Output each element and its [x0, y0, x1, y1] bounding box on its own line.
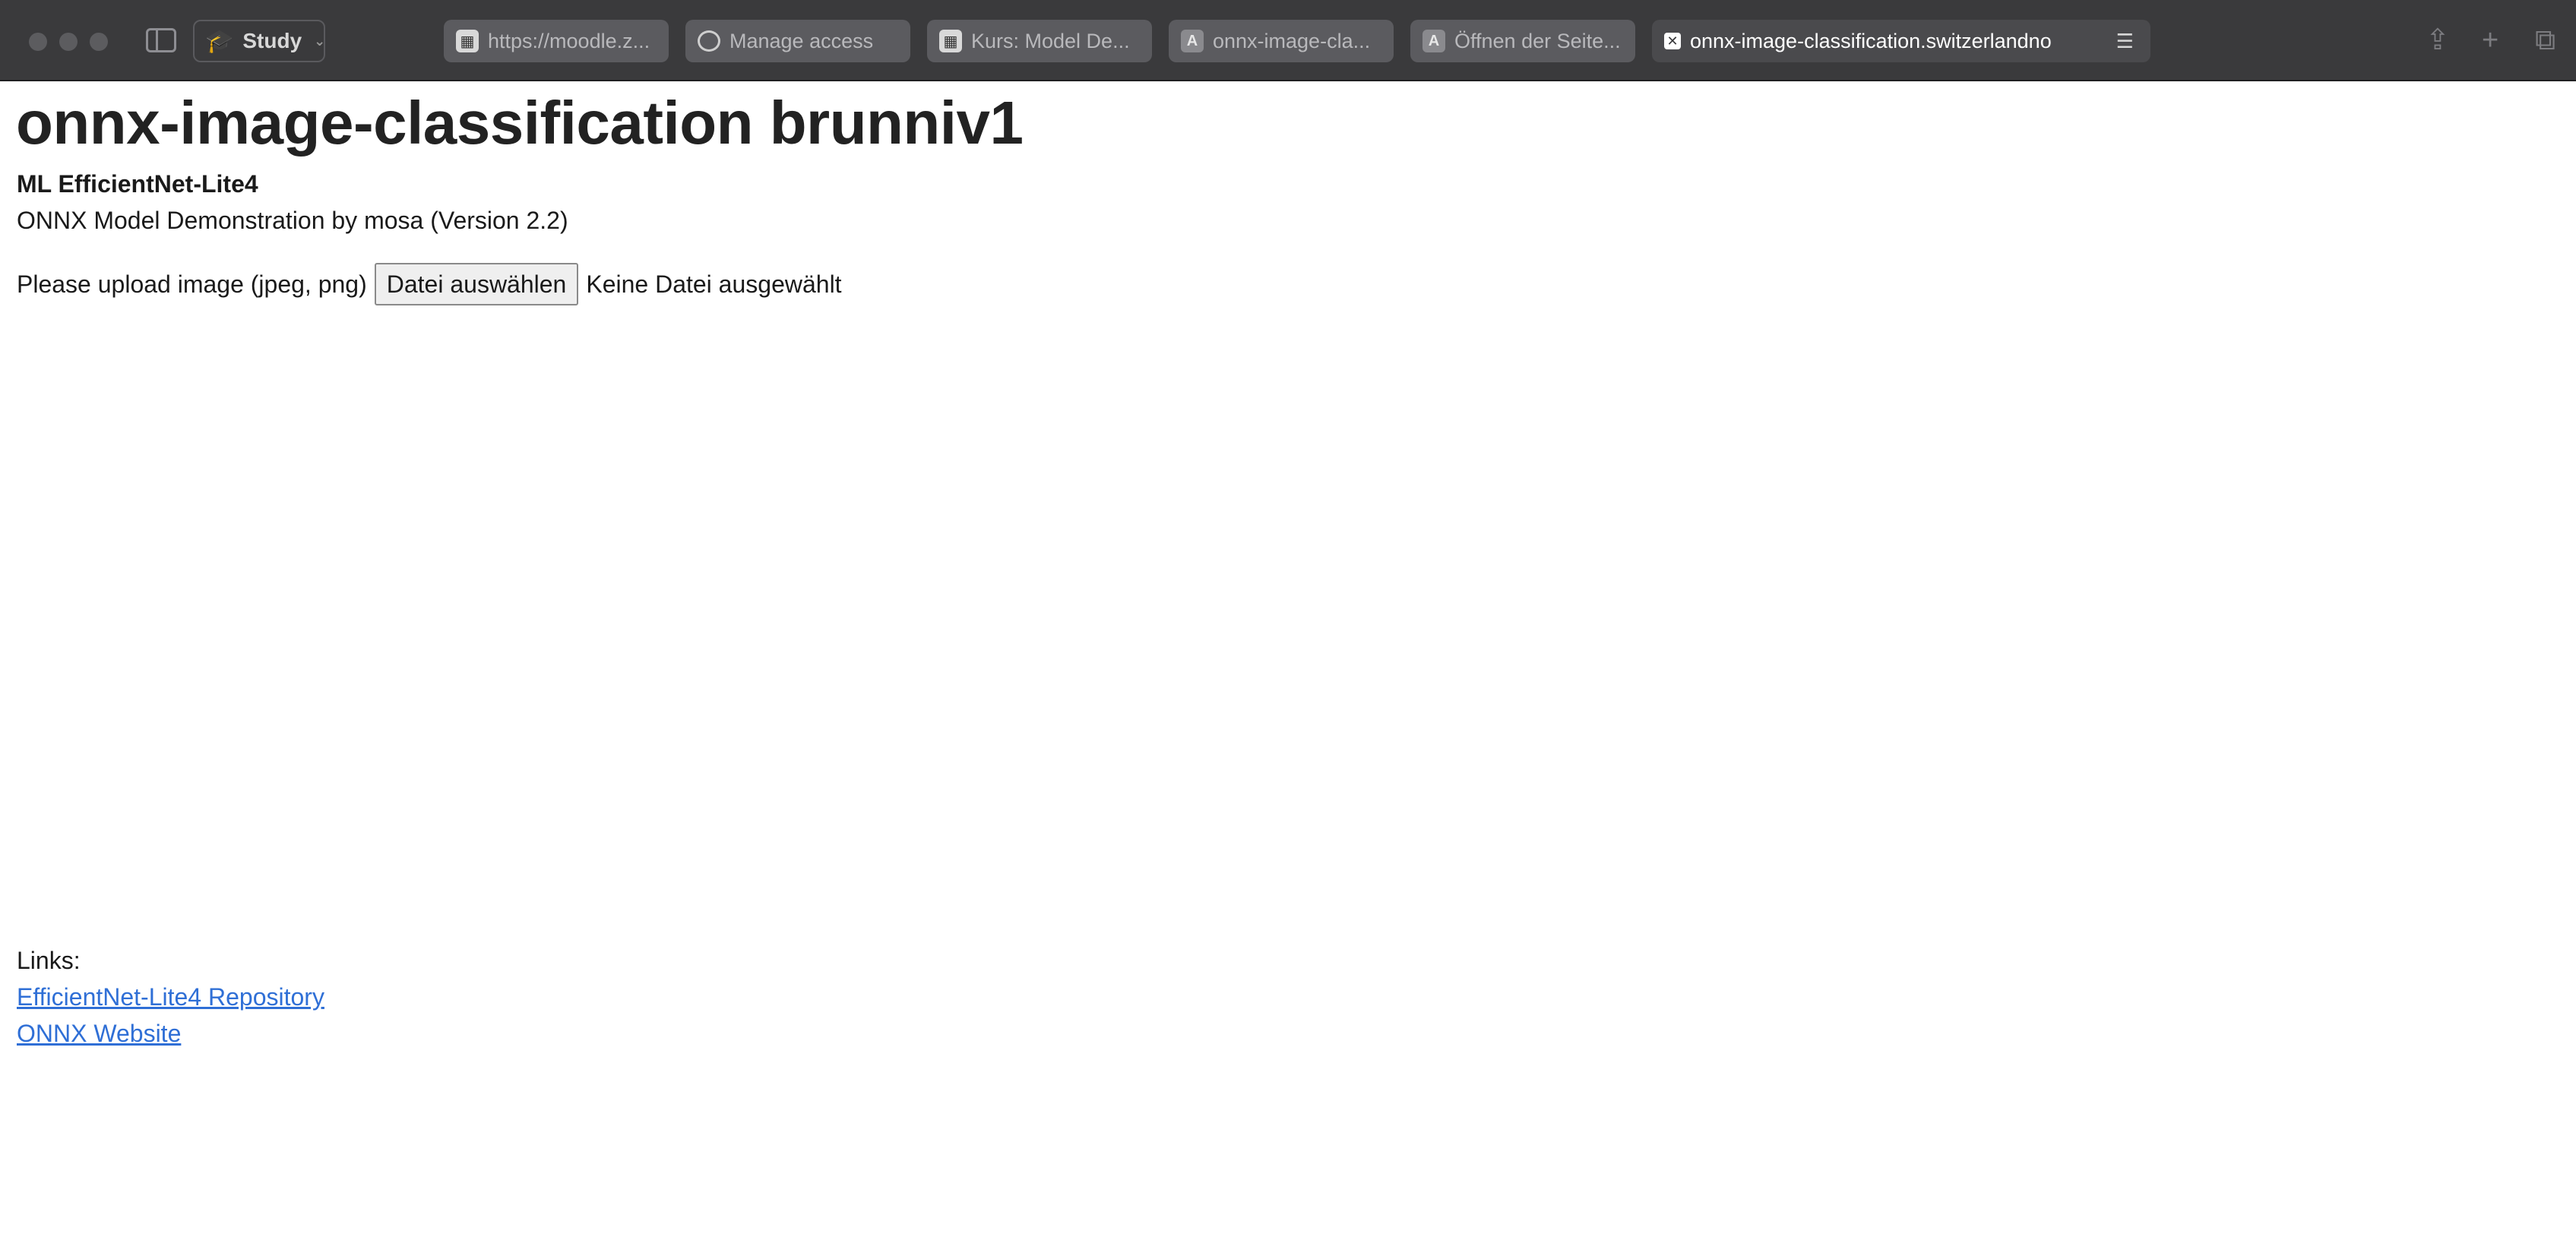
moodle-icon: ▦ — [939, 30, 962, 52]
tab-title: Öffnen der Seite... — [1454, 29, 1621, 52]
tab-overview-icon[interactable]: ⧉ — [2535, 23, 2555, 58]
tab-active-onnx[interactable]: ✕ onnx-image-classification.switzerlandn… — [1652, 20, 2150, 62]
onnx-website-link[interactable]: ONNX Website — [17, 1020, 181, 1048]
tab-manage-access[interactable]: Manage access — [685, 20, 910, 62]
share-icon[interactable]: ⇪ — [2426, 23, 2450, 58]
model-description: ONNX Model Demonstration by mosa (Versio… — [17, 207, 568, 234]
github-icon — [698, 30, 720, 52]
upload-label: Please upload image (jpeg, png) — [17, 270, 367, 298]
graduation-cap-icon: 🎓 — [205, 28, 234, 54]
sidebar-toggle-icon[interactable] — [146, 28, 176, 52]
window-zoom-button[interactable] — [90, 33, 108, 51]
tab-title: onnx-image-classification.switzerlandno — [1690, 29, 2052, 52]
tab-moodle[interactable]: ▦ https://moodle.z... — [444, 20, 669, 62]
tab-kurs[interactable]: ▦ Kurs: Model De... — [927, 20, 1152, 62]
tab-title: Kurs: Model De... — [971, 29, 1130, 52]
model-subtitle: ML EfficientNet-Lite4 — [17, 170, 258, 198]
tab-oeffnen[interactable]: A Öffnen der Seite... — [1410, 20, 1635, 62]
reader-mode-icon[interactable]: ☰ — [2116, 30, 2134, 53]
chevron-down-icon: ⌄ — [314, 33, 326, 49]
tab-group-label: Study — [242, 29, 302, 52]
upload-row: Please upload image (jpeg, png) Datei au… — [17, 263, 842, 305]
page-content: onnx-image-classification brunniv1 ML Ef… — [0, 82, 2576, 1234]
choose-file-button[interactable]: Datei auswählen — [374, 263, 579, 305]
links-label: Links: — [17, 947, 81, 974]
page-title: onnx-image-classification brunniv1 — [16, 89, 1024, 157]
tab-onnx-image[interactable]: A onnx-image-cla... — [1169, 20, 1394, 62]
tab-title: onnx-image-cla... — [1213, 29, 1371, 52]
letter-a-icon: A — [1422, 30, 1445, 52]
window-minimize-button[interactable] — [59, 33, 78, 51]
letter-a-icon: A — [1181, 30, 1204, 52]
efficientnet-repository-link[interactable]: EfficientNet-Lite4 Repository — [17, 983, 324, 1011]
window-close-button[interactable] — [29, 33, 47, 51]
close-icon[interactable]: ✕ — [1664, 33, 1681, 49]
tab-title: Manage access — [729, 29, 874, 52]
file-status: Keine Datei ausgewählt — [586, 270, 842, 298]
tab-title: https://moodle.z... — [488, 29, 650, 52]
browser-toolbar: 🎓 Study ⌄ ▦ https://moodle.z... Manage a… — [0, 0, 2576, 81]
new-tab-icon[interactable]: + — [2482, 23, 2498, 58]
tab-group-button[interactable]: 🎓 Study ⌄ — [193, 20, 325, 62]
moodle-icon: ▦ — [456, 30, 479, 52]
